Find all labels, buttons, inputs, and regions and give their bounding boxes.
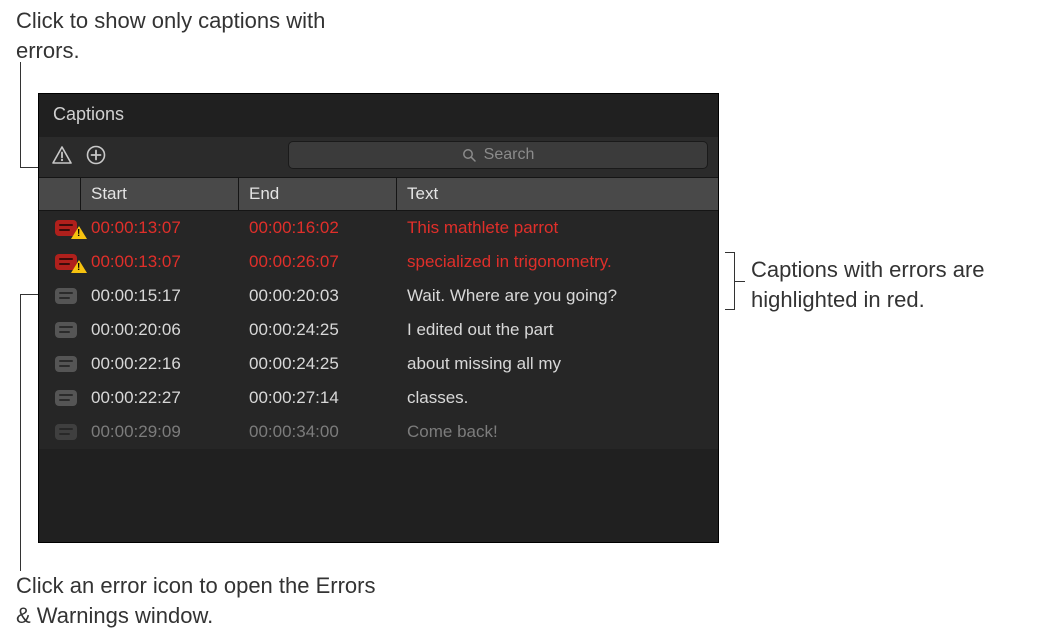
start-time: 00:00:20:06: [81, 320, 239, 340]
filter-errors-button[interactable]: [49, 142, 75, 168]
captions-list: !00:00:13:0700:00:16:02This mathlete par…: [39, 211, 718, 449]
caption-text: This mathlete parrot: [397, 218, 718, 238]
annotation-error-icon: Click an error icon to open the Errors &…: [16, 571, 396, 630]
caption-icon: [55, 424, 77, 440]
search-icon: [462, 148, 476, 162]
table-header: Start End Text: [39, 177, 718, 211]
end-time: 00:00:16:02: [239, 218, 397, 238]
search-input[interactable]: Search: [288, 141, 708, 169]
add-caption-button[interactable]: [83, 142, 109, 168]
table-row[interactable]: 00:00:20:0600:00:24:25I edited out the p…: [39, 313, 718, 347]
caption-text: classes.: [397, 388, 718, 408]
table-row[interactable]: 00:00:22:2700:00:27:14classes.: [39, 381, 718, 415]
end-time: 00:00:27:14: [239, 388, 397, 408]
callout-bracket: [725, 252, 735, 310]
row-icon-cell: [39, 356, 81, 372]
caption-text: Wait. Where are you going?: [397, 286, 718, 306]
callout-line: [20, 560, 21, 571]
caption-error-icon: !: [55, 254, 77, 270]
search-placeholder: Search: [484, 146, 535, 164]
caption-icon: [55, 322, 77, 338]
panel-title: Captions: [39, 94, 718, 137]
row-icon-cell[interactable]: !: [39, 220, 81, 236]
callout-line: [20, 62, 21, 167]
row-icon-cell: [39, 390, 81, 406]
callout-line: [20, 294, 21, 560]
annotation-filter-errors: Click to show only captions with errors.: [16, 6, 376, 65]
start-time: 00:00:22:27: [81, 388, 239, 408]
row-icon-cell: [39, 288, 81, 304]
caption-error-icon: !: [55, 220, 77, 236]
start-time: 00:00:22:16: [81, 354, 239, 374]
column-header-start[interactable]: Start: [81, 178, 239, 210]
annotation-highlighted: Captions with errors are highlighted in …: [751, 255, 1031, 314]
start-time: 00:00:29:09: [81, 422, 239, 442]
row-icon-cell: [39, 424, 81, 440]
end-time: 00:00:24:25: [239, 320, 397, 340]
captions-panel: Captions Search Start End: [38, 93, 719, 543]
start-time: 00:00:15:17: [81, 286, 239, 306]
start-time: 00:00:13:07: [81, 252, 239, 272]
caption-text: I edited out the part: [397, 320, 718, 340]
table-row[interactable]: 00:00:29:0900:00:34:00Come back!: [39, 415, 718, 449]
table-row[interactable]: !00:00:13:0700:00:16:02This mathlete par…: [39, 211, 718, 245]
caption-text: Come back!: [397, 422, 718, 442]
toolbar: Search: [39, 137, 718, 177]
end-time: 00:00:24:25: [239, 354, 397, 374]
start-time: 00:00:13:07: [81, 218, 239, 238]
plus-circle-icon: [86, 145, 106, 165]
warning-triangle-icon: [52, 146, 72, 164]
end-time: 00:00:26:07: [239, 252, 397, 272]
caption-icon: [55, 390, 77, 406]
column-header-text[interactable]: Text: [397, 178, 718, 210]
end-time: 00:00:20:03: [239, 286, 397, 306]
row-icon-cell: [39, 322, 81, 338]
table-row[interactable]: !00:00:13:0700:00:26:07specialized in tr…: [39, 245, 718, 279]
row-icon-cell[interactable]: !: [39, 254, 81, 270]
table-row[interactable]: 00:00:22:1600:00:24:25about missing all …: [39, 347, 718, 381]
caption-icon: [55, 288, 77, 304]
table-row[interactable]: 00:00:15:1700:00:20:03Wait. Where are yo…: [39, 279, 718, 313]
caption-text: specialized in trigonometry.: [397, 252, 718, 272]
end-time: 00:00:34:00: [239, 422, 397, 442]
caption-text: about missing all my: [397, 354, 718, 374]
caption-icon: [55, 356, 77, 372]
column-header-end[interactable]: End: [239, 178, 397, 210]
callout-line: [735, 281, 745, 282]
